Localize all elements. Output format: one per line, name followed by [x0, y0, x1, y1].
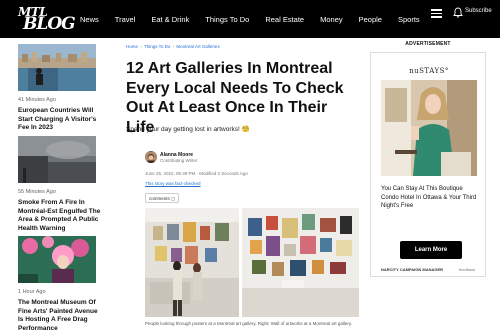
- ad-photo[interactable]: [381, 80, 477, 176]
- breadcrumb-separator: ›: [140, 44, 142, 49]
- timestamp: 1 Hour Ago: [18, 289, 46, 295]
- main-nav: News Travel Eat & Drink Things To Do Rea…: [80, 0, 420, 38]
- fact-check-link[interactable]: This story was fact-checked: [145, 181, 201, 186]
- mtl-blog-logo[interactable]: MTL BLOG: [18, 5, 76, 34]
- ad-sponsor-label: NARCITY CAMPAIGN MANAGER: [381, 267, 444, 272]
- nav-item-people[interactable]: People: [359, 15, 382, 24]
- learn-more-button[interactable]: Learn More: [400, 241, 462, 259]
- nav-item-news[interactable]: News: [80, 15, 99, 24]
- subscribe-link[interactable]: Subscribe: [465, 8, 492, 14]
- nav-item-sports[interactable]: Sports: [398, 15, 420, 24]
- article-hero-images: [145, 208, 359, 317]
- ad-brand-logo: nuSTAYS°: [409, 67, 449, 75]
- thumbnail-city-waterfront[interactable]: [18, 44, 96, 91]
- gallery-photo-right[interactable]: [242, 208, 359, 317]
- story-title[interactable]: Smoke From A Fire In Montréal-Est Engulf…: [18, 199, 103, 233]
- list-item[interactable]: 1 Hour Ago The Montreal Museum Of Fine A…: [18, 230, 103, 333]
- timestamp: 41 Minutes Ago: [18, 97, 56, 103]
- thumbnail-smoke[interactable]: [18, 136, 96, 183]
- hamburger-menu-icon[interactable]: [431, 9, 442, 18]
- story-title[interactable]: European Countries Will Start Charging A…: [18, 107, 103, 133]
- breadcrumb-separator: ›: [172, 44, 175, 49]
- timestamp: 55 Minutes Ago: [18, 189, 56, 195]
- breadcrumb-home[interactable]: Home: [126, 44, 138, 49]
- nav-item-real-estate[interactable]: Real Estate: [265, 15, 304, 24]
- bell-icon[interactable]: [453, 7, 463, 18]
- nav-item-things-to-do[interactable]: Things To Do: [205, 15, 249, 24]
- avatar[interactable]: [145, 151, 157, 163]
- story-title[interactable]: The Montreal Museum Of Fine Arts' Painte…: [18, 299, 103, 333]
- breadcrumb-current[interactable]: Montreal Art Galleries: [176, 44, 219, 49]
- nav-item-money[interactable]: Money: [320, 15, 343, 24]
- breadcrumb-things-to-do[interactable]: Things To Do: [144, 44, 170, 49]
- advertisement-label: ADVERTISEMENT: [405, 41, 451, 47]
- author-role: Contributing Writer: [160, 158, 198, 163]
- top-navigation-bar: MTL BLOG News Travel Eat & Drink Things …: [0, 0, 500, 38]
- advertisement-card[interactable]: nuSTAYS° You Can Stay At This Boutique C…: [370, 52, 486, 277]
- list-item[interactable]: 41 Minutes Ago European Countries Will S…: [18, 38, 103, 133]
- ad-feedback-link[interactable]: feedback: [459, 267, 475, 272]
- image-caption: People looking through posters at a Mont…: [145, 321, 353, 326]
- comments-button[interactable]: comments ▢: [145, 193, 180, 203]
- comments-label: comments: [149, 196, 170, 201]
- comment-bubble-icon: ▢: [171, 196, 176, 201]
- article-subheading: Spend your day getting lost in artworks!…: [126, 126, 250, 133]
- gallery-photo-left[interactable]: [145, 208, 239, 317]
- nav-item-eat-drink[interactable]: Eat & Drink: [151, 15, 189, 24]
- breadcrumb: Home › Things To Do › Montreal Art Galle…: [126, 44, 220, 49]
- thumbnail-drag-performer[interactable]: [18, 236, 96, 283]
- ad-copy: You Can Stay At This Boutique Condo Hote…: [381, 186, 477, 209]
- nav-item-travel[interactable]: Travel: [115, 15, 136, 24]
- list-item[interactable]: 55 Minutes Ago Smoke From A Fire In Mont…: [18, 130, 103, 233]
- publish-dates: June 25, 2022, 05:39 PM · Modified 2 Sec…: [145, 171, 248, 176]
- logo-line-2: BLOG: [23, 14, 76, 34]
